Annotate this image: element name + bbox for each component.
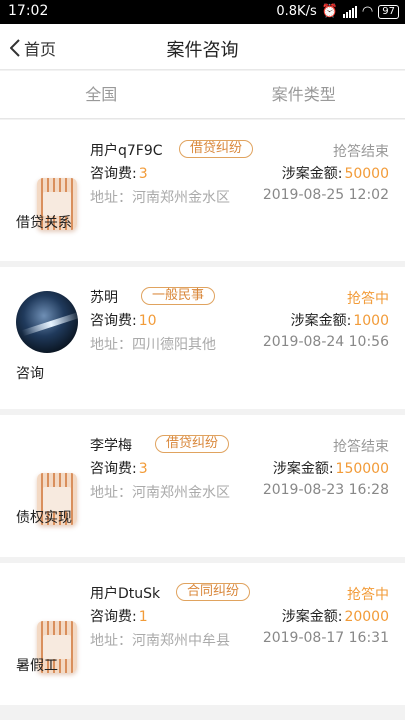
- case-category: 咨询: [16, 366, 44, 382]
- consult-fee: 咨询费: 1: [90, 609, 148, 625]
- case-date: 2019-08-25 12:02: [262, 187, 389, 203]
- case-status: 抢答中: [347, 587, 389, 603]
- case-user-name: 用户DtuSk: [90, 586, 161, 602]
- case-date: 2019-08-23 16:28: [262, 482, 389, 498]
- status-time: 17:02: [8, 3, 49, 19]
- case-type-tag: 借贷纠纷: [155, 435, 230, 453]
- wifi-icon: ◠: [361, 4, 374, 19]
- case-user-name: 李学梅: [90, 438, 132, 454]
- scroll-avatar-icon: [16, 148, 78, 230]
- case-address: 地址：河南郑州金水区: [90, 190, 230, 206]
- case-address: 地址：河南郑州中牟县: [90, 633, 230, 649]
- scroll-avatar-icon: [16, 443, 78, 525]
- case-card[interactable]: 咨询 苏明 一般民事 抢答中 咨询费: 10 涉案金额: 1000 地址：四川德阳其…: [0, 267, 405, 409]
- case-amount: 涉案金额: 1000: [290, 313, 389, 329]
- case-date: 2019-08-17 16:31: [262, 630, 389, 646]
- case-user-name: 用户q7F9C: [90, 143, 163, 159]
- battery-icon: 97: [378, 4, 399, 19]
- case-status: 抢答中: [347, 291, 389, 307]
- case-category: 债权实现: [16, 510, 72, 526]
- nav-bar: 首页 案件咨询: [0, 24, 405, 70]
- case-status: 抢答结束: [333, 144, 389, 160]
- consult-fee: 咨询费: 3: [90, 166, 148, 182]
- case-type-tag: 借贷纠纷: [179, 140, 254, 158]
- scroll-avatar-icon: [16, 591, 78, 673]
- case-category: 借贷关系: [16, 215, 72, 231]
- filter-case-type[interactable]: 案件类型: [203, 71, 405, 118]
- status-bar: 17:02 0.8K/s ⏰ ◠ 97: [0, 0, 405, 24]
- case-category: 暑假工: [16, 658, 58, 674]
- case-date: 2019-08-24 10:56: [262, 334, 389, 350]
- case-card[interactable]: 债权实现 李学梅 借贷纠纷 抢答结束 咨询费: 3 涉案金额: 150000 地址：…: [0, 415, 405, 557]
- network-speed: 0.8K/s: [276, 4, 317, 19]
- page-title: 案件咨询: [166, 40, 239, 61]
- case-address: 地址：河南郑州金水区: [90, 485, 230, 501]
- signal-icon: [342, 5, 357, 18]
- consult-fee: 咨询费: 3: [90, 461, 148, 477]
- case-amount: 涉案金额: 150000: [272, 461, 389, 477]
- case-type-tag: 一般民事: [141, 287, 216, 305]
- case-user-name: 苏明: [90, 290, 118, 306]
- case-list: 借贷关系 用户q7F9C 借贷纠纷 抢答结束 咨询费: 3 涉案金额: 50000 …: [0, 120, 405, 705]
- case-type-tag: 合同纠纷: [176, 583, 251, 601]
- case-status: 抢答结束: [333, 439, 389, 455]
- alarm-icon: ⏰: [321, 4, 338, 19]
- case-address: 地址：四川德阳其他: [90, 337, 216, 353]
- case-amount: 涉案金额: 50000: [281, 166, 389, 182]
- case-card[interactable]: 暑假工 用户DtuSk 合同纠纷 抢答中 咨询费: 1 涉案金额: 20000 地址…: [0, 563, 405, 705]
- case-card[interactable]: 借贷关系 用户q7F9C 借贷纠纷 抢答结束 咨询费: 3 涉案金额: 50000 …: [0, 120, 405, 261]
- consult-fee: 咨询费: 10: [90, 313, 157, 329]
- status-indicators: 0.8K/s ⏰ ◠ 97: [276, 4, 399, 19]
- filter-bar: 全国 案件类型: [0, 71, 405, 119]
- user-avatar: [16, 291, 78, 353]
- filter-region[interactable]: 全国: [0, 71, 203, 118]
- case-amount: 涉案金额: 20000: [281, 609, 389, 625]
